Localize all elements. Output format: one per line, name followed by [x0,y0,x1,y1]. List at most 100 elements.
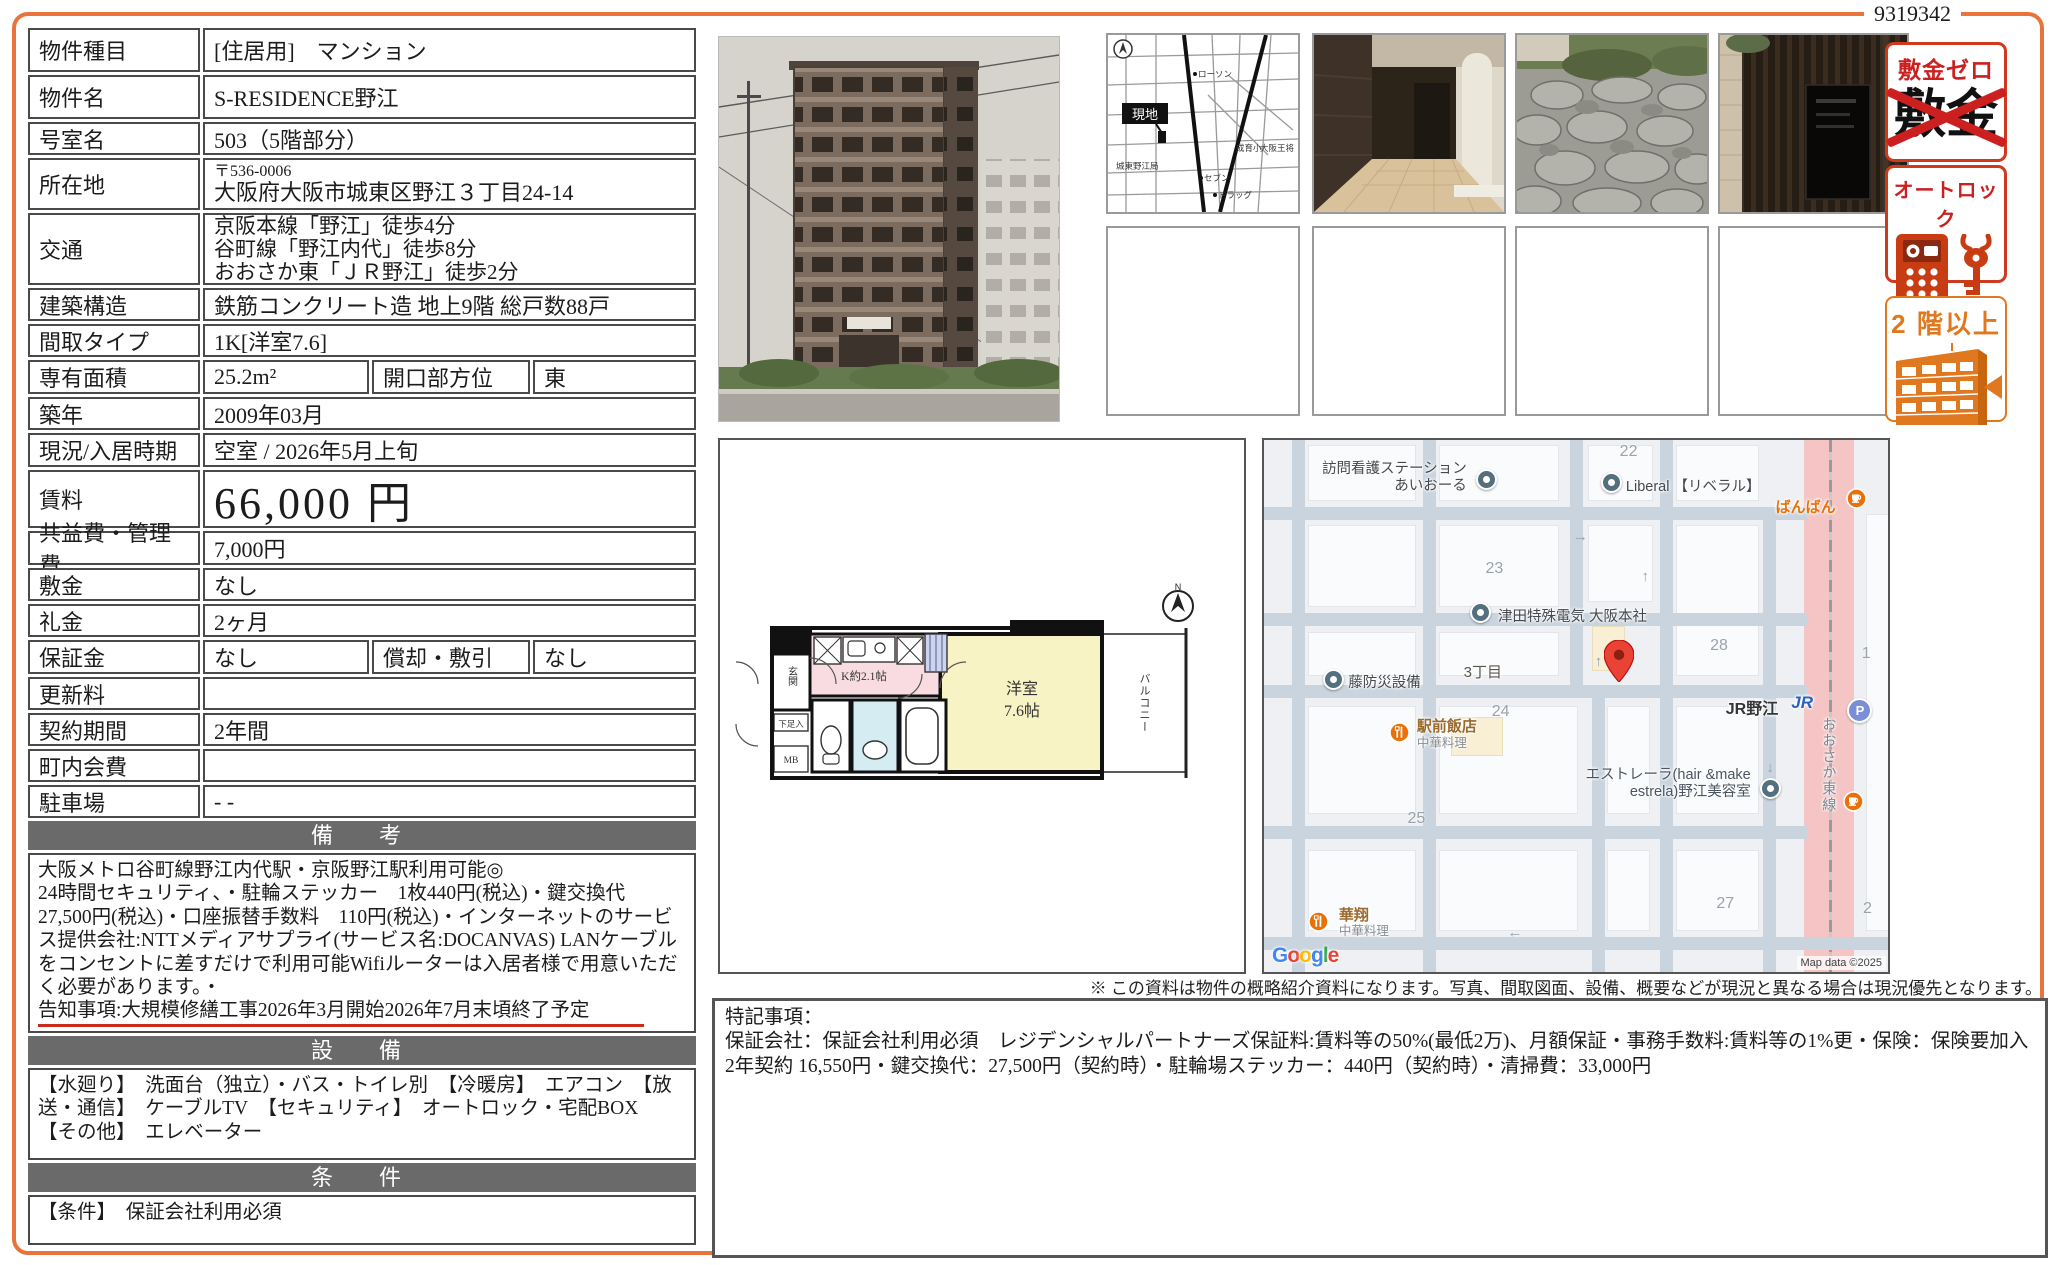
table-row: 築年2009年03月 [28,397,696,430]
salon-name-line1: エストレーラ(hair &make [1586,767,1751,783]
floorplan-box: N バルコニー 洋室 7.6帖 K約2.1帖 [718,438,1246,974]
row-value: 2009年03月 [203,397,696,430]
poi-label-tsuda: 津田特殊電気 大阪本社 [1498,605,1647,626]
road-arrow: ← [1507,924,1522,941]
table-row: 所在地 〒536-0006 大阪府大阪市城東区野江３丁目24-14 [28,158,696,210]
equipment-header: 設 備 [28,1036,696,1065]
salon-name-line2: estrela)野江美容室 [1630,784,1751,800]
table-row: 町内会費 [28,749,696,782]
row-value: 1K[洋室7.6] [203,324,696,357]
entrance-photo-graphic [1314,35,1504,212]
conditions-header: 条 件 [28,1163,696,1192]
property-listing-sheet: 9319342 物件種目[住居用] マンション 物件名S-RESIDENCE野江… [0,0,2056,1265]
block-number: 2 [1863,900,1872,918]
row-label: 更新料 [28,677,200,710]
cafe-icon [1843,791,1864,812]
restaurant-genre: 中華料理 [1417,736,1467,750]
poi-label-banban: ばんばん [1776,496,1836,517]
no-deposit-title: 敷金ゼロ [1888,51,2004,85]
road-arrow: → [1573,528,1588,545]
row-label: 築年 [28,397,200,430]
upper-floor-title: 2 階以上 [1887,304,2005,341]
cafe-icon [1846,488,1867,509]
conditions-text: 【条件】 保証会社利用必須 [28,1195,696,1245]
row-value [203,749,696,782]
row-value: 鉄筋コンクリート造 地上9階 総戸数88戸 [203,288,696,321]
sketch-label-gyoza: 大阪王将 [1260,143,1295,153]
google-letter: G [1272,944,1287,967]
row-label: 交通 [28,213,200,285]
row-label: 所在地 [28,158,200,210]
poi-label-fuji: 藤防災設備 [1348,671,1421,692]
notes-body: 保証会社：保証会社利用必須 レジデンシャルパートナーズ保証料:賃料等の50%(最… [725,1030,2035,1079]
sketch-label-seven: セブン [1204,173,1230,183]
dark-facade-graphic [1720,35,1907,212]
no-deposit-crossed-word: 敷金 [1894,89,1998,141]
google-letter: e [1328,944,1339,967]
empty-photo-frame [1312,226,1506,416]
row-label: 敷金 [28,568,200,601]
table-row: 駐車場- - [28,785,696,818]
access-line: 谷町線「野江内代」徒歩8分 [214,238,477,261]
table-row: 保証金 なし 償却・敷引 なし [28,640,696,674]
sketch-label-lawson: ローソン [1198,69,1232,79]
block-number: 1 [1862,645,1871,663]
google-letter: o [1287,944,1299,967]
row-value: 2年間 [203,713,696,746]
row-label: 号室名 [28,122,200,155]
row-label: 駐車場 [28,785,200,818]
row-label: 開口部方位 [372,360,530,394]
restaurant-icon [1389,722,1410,743]
entrance-photo-thumb [1312,33,1506,214]
walkway-photo-graphic [1517,35,1707,212]
postal-code: 〒536-0006 [214,163,291,181]
floorplan-graphic: N バルコニー 洋室 7.6帖 K約2.1帖 [720,440,1240,968]
access-line: おおさか東「ＪＲ野江」徒歩2分 [214,261,519,284]
badge-upper-floor: 2 階以上 [1885,296,2007,422]
sketch-site-label: 現地 [1132,107,1158,122]
balcony-label: バルコニー [1138,673,1151,733]
north-compass-icon: N [1163,582,1193,621]
poi-pin [1470,602,1491,623]
row-label: 物件名 [28,75,200,119]
row-value: なし [203,640,369,674]
empty-photo-frame [1106,226,1300,416]
sketch-label-school: 成育小 [1236,143,1262,153]
google-letter: o [1299,944,1311,967]
main-building-photo [718,36,1060,422]
row-label: 町内会費 [28,749,200,782]
row-label: 保証金 [28,640,200,674]
room-label: 洋室 [1006,680,1038,698]
block-number: 25 [1408,810,1426,828]
table-row: 物件種目[住居用] マンション [28,28,696,72]
row-value: S-RESIDENCE野江 [203,75,696,119]
restaurant-genre: 中華料理 [1339,924,1389,938]
row-label: 礼金 [28,604,200,637]
row-value: - - [203,785,696,818]
poi-pin [1601,472,1622,493]
special-notes-box: 特記事項： 保証会社：保証会社利用必須 レジデンシャルパートナーズ保証料:賃料等… [712,998,2048,1258]
row-value: なし [533,640,696,674]
table-row: 共益費・管理費7,000円 [28,531,696,565]
poi-label-kango: 訪問看護ステーション あいおーる [1270,461,1467,494]
row-value: 2ヶ月 [203,604,696,637]
table-row: 礼金2ヶ月 [28,604,696,637]
row-value: 7,000円 [203,531,696,565]
destination-marker-icon [1604,640,1634,682]
railway-line-name: おおさか東線 [1819,717,1839,813]
restaurant-name: 華翔 [1339,907,1369,924]
sketch-label-post: 城東野江局 [1116,161,1159,171]
table-row: 更新料 [28,677,696,710]
row-value: 京阪本線「野江」徒歩4分 谷町線「野江内代」徒歩8分 おおさか東「ＪＲ野江」徒歩… [203,213,696,285]
poi-kango-line2: あいおーる [1394,478,1467,494]
property-table: 物件種目[住居用] マンション 物件名S-RESIDENCE野江 号室名503（… [28,28,696,1245]
poi-kango-line1: 訪問看護ステーション [1322,461,1467,477]
row-label: 間取タイプ [28,324,200,357]
google-logo: Google [1272,944,1338,968]
table-row: 契約期間2年間 [28,713,696,746]
badge-no-deposit: 敷金ゼロ 敷金 [1885,42,2007,162]
row-value: 25.2m² [203,360,369,394]
block-number: 23 [1486,560,1504,578]
empty-photo-frame [1718,226,1909,416]
poi-label-ekimae: 駅前飯店 中華料理 [1417,719,1477,750]
